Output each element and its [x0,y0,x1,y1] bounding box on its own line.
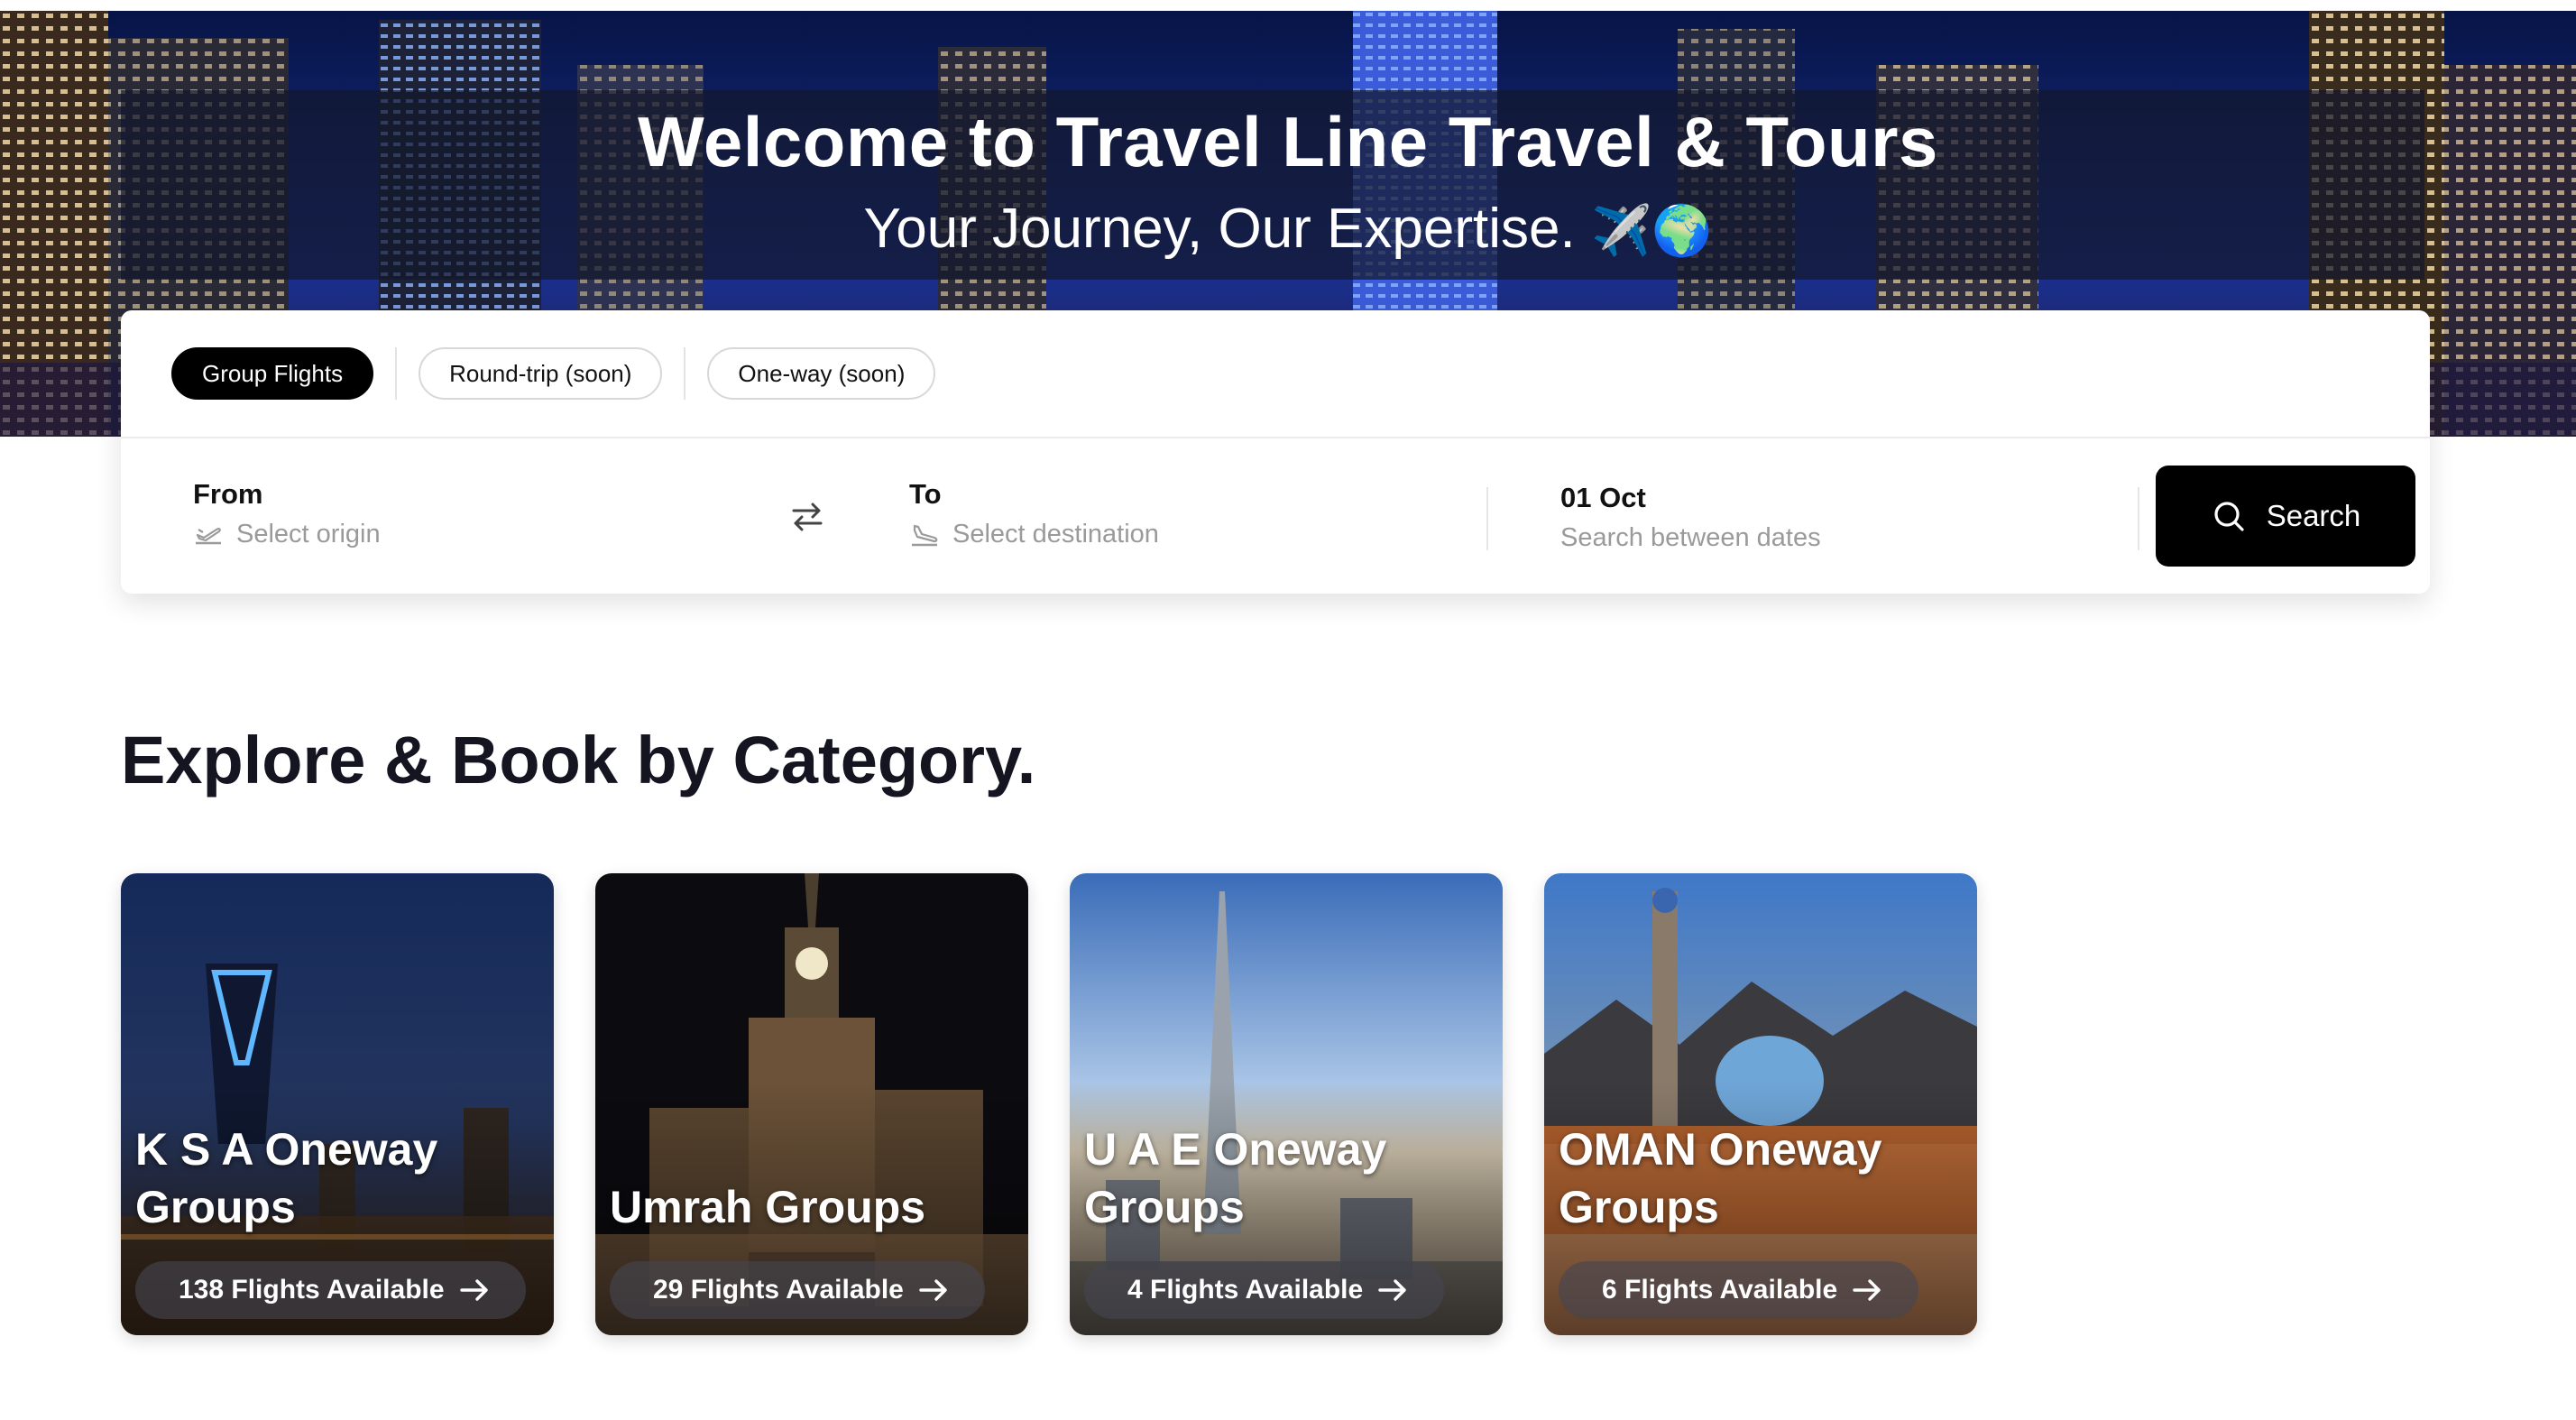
category-title-line2: Umrah Groups [610,1182,926,1232]
tab-group-flights[interactable]: Group Flights [171,347,374,400]
flights-count: 29 Flights Available [653,1275,904,1305]
category-cards: K S A Oneway Groups 138 Flights Availabl… [121,873,1977,1335]
flight-search-card: Group Flights Round-trip (soon) One-way … [121,310,2430,594]
swap-arrows-icon [792,503,823,531]
field-divider [1486,487,1488,550]
category-title: U A E Oneway Groups [1084,1120,1481,1236]
date-value[interactable]: 01 Oct [1560,482,1646,514]
airplane-globe-icon: ✈️🌍 [1590,202,1713,259]
hero-title: Welcome to Travel Line Travel & Tours [638,102,1938,181]
hero-subtitle-text: Your Journey, Our Expertise. [863,198,1576,260]
origin-field[interactable]: Select origin [193,520,381,549]
category-title-line1: U A E Oneway [1084,1124,1387,1175]
category-card-ksa[interactable]: K S A Oneway Groups 138 Flights Availabl… [121,873,554,1335]
flights-available-pill[interactable]: 29 Flights Available [610,1261,985,1319]
search-button-label: Search [2266,499,2361,532]
tab-divider [684,347,686,400]
arrow-right-icon [459,1279,488,1301]
category-title-line1: OMAN Oneway [1559,1124,1882,1175]
category-title: Umrah Groups [610,1120,1007,1236]
search-button[interactable]: Search [2156,466,2415,567]
swap-button[interactable] [785,494,830,539]
flights-available-pill[interactable]: 4 Flights Available [1084,1261,1445,1319]
category-card-umrah[interactable]: Umrah Groups 29 Flights Available [595,873,1028,1335]
category-title-line2: Groups [135,1182,296,1232]
tab-one-way[interactable]: One-way (soon) [707,347,936,400]
section-title: Explore & Book by Category. [121,723,1036,798]
to-label: To [909,478,942,510]
trip-type-tabs: Group Flights Round-trip (soon) One-way … [171,346,936,401]
flights-count: 6 Flights Available [1602,1275,1838,1305]
flights-count: 138 Flights Available [179,1275,445,1305]
arrow-right-icon [1378,1279,1406,1301]
tab-round-trip[interactable]: Round-trip (soon) [419,347,663,400]
origin-placeholder: Select origin [236,520,381,549]
landing-icon [912,524,938,546]
category-title: K S A Oneway Groups [135,1120,532,1236]
arrow-right-icon [919,1279,947,1301]
hero-subtitle: Your Journey, Our Expertise. ✈️🌍 [0,197,2576,261]
flights-count: 4 Flights Available [1127,1275,1364,1305]
category-title-line2: Groups [1084,1182,1245,1232]
search-icon [2214,502,2244,531]
destination-placeholder: Select destination [952,520,1159,549]
field-divider [2138,487,2139,550]
category-title-line1: K S A Oneway [135,1124,438,1175]
destination-field[interactable]: Select destination [909,520,1159,549]
flights-available-pill[interactable]: 138 Flights Available [135,1261,526,1319]
category-title-line2: Groups [1559,1182,1719,1232]
category-title: OMAN Oneway Groups [1559,1120,1955,1236]
card-divider [121,437,2430,438]
date-hint: Search between dates [1560,523,1821,552]
category-title-line1 [610,1120,1007,1178]
arrow-right-icon [1853,1279,1881,1301]
from-label: From [193,478,263,510]
flights-available-pill[interactable]: 6 Flights Available [1559,1261,1919,1319]
tab-divider [395,347,398,400]
category-card-oman[interactable]: OMAN Oneway Groups 6 Flights Available [1544,873,1977,1335]
category-card-uae[interactable]: U A E Oneway Groups 4 Flights Available [1070,873,1503,1335]
takeoff-icon [196,527,221,544]
